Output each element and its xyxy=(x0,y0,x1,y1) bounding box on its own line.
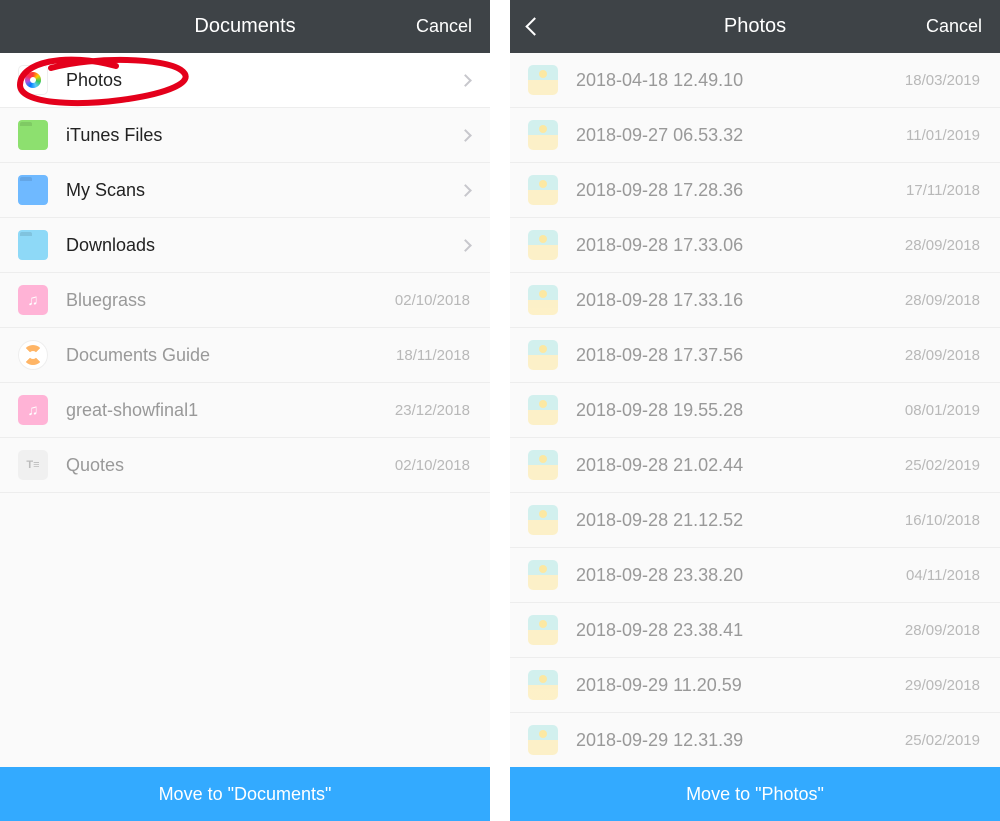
row-date: 18/11/2018 xyxy=(396,347,470,364)
photos-list: 2018-04-18 12.49.10 18/03/2019 2018-09-2… xyxy=(510,53,1000,767)
list-item-quotes[interactable]: T≡ Quotes 02/10/2018 xyxy=(0,438,490,493)
row-date: 08/01/2019 xyxy=(905,402,980,419)
photo-thumb-icon xyxy=(528,395,558,425)
list-item-photos[interactable]: Photos xyxy=(0,53,490,108)
music-icon: ♫ xyxy=(18,285,48,315)
row-date: 28/09/2018 xyxy=(905,347,980,364)
documents-list: Photos iTunes Files My Scans Downloads ♫… xyxy=(0,53,490,767)
photo-thumb-icon xyxy=(528,725,558,755)
list-item[interactable]: 2018-09-28 17.33.16 28/09/2018 xyxy=(510,273,1000,328)
photo-thumb-icon xyxy=(528,285,558,315)
photo-thumb-icon xyxy=(528,340,558,370)
cancel-button[interactable]: Cancel xyxy=(402,16,472,37)
back-button[interactable] xyxy=(528,20,598,33)
music-icon: ♫ xyxy=(18,395,48,425)
chevron-left-icon xyxy=(525,17,543,35)
row-label: 2018-09-28 19.55.28 xyxy=(576,400,905,421)
move-to-photos-button[interactable]: Move to "Photos" xyxy=(510,767,1000,821)
row-label: Photos xyxy=(66,70,461,91)
header: Photos Cancel xyxy=(510,0,1000,53)
list-item[interactable]: 2018-09-27 06.53.32 11/01/2019 xyxy=(510,108,1000,163)
row-date: 11/01/2019 xyxy=(906,127,980,144)
folder-green-icon xyxy=(18,120,48,150)
row-date: 28/09/2018 xyxy=(905,292,980,309)
row-label: 2018-04-18 12.49.10 xyxy=(576,70,905,91)
row-label: 2018-09-29 11.20.59 xyxy=(576,675,905,696)
chevron-right-icon xyxy=(459,129,472,142)
header: Documents Cancel xyxy=(0,0,490,53)
chevron-right-icon xyxy=(459,74,472,87)
photo-thumb-icon xyxy=(528,450,558,480)
row-date: 23/12/2018 xyxy=(395,402,470,419)
photo-thumb-icon xyxy=(528,65,558,95)
text-icon: T≡ xyxy=(18,450,48,480)
folder-blue-icon xyxy=(18,175,48,205)
list-item-downloads[interactable]: Downloads xyxy=(0,218,490,273)
row-label: Downloads xyxy=(66,235,461,256)
row-date: 17/11/2018 xyxy=(906,182,980,199)
row-date: 02/10/2018 xyxy=(395,457,470,474)
photo-thumb-icon xyxy=(528,230,558,260)
row-label: 2018-09-28 17.33.16 xyxy=(576,290,905,311)
row-date: 25/02/2019 xyxy=(905,732,980,749)
row-date: 29/09/2018 xyxy=(905,677,980,694)
row-label: My Scans xyxy=(66,180,461,201)
lifebuoy-icon xyxy=(18,340,48,370)
photo-thumb-icon xyxy=(528,615,558,645)
row-date: 28/09/2018 xyxy=(905,237,980,254)
move-to-documents-button[interactable]: Move to "Documents" xyxy=(0,767,490,821)
row-label: great-showfinal1 xyxy=(66,400,395,421)
photos-icon xyxy=(18,65,48,95)
list-item[interactable]: 2018-09-28 17.28.36 17/11/2018 xyxy=(510,163,1000,218)
row-label: 2018-09-28 21.02.44 xyxy=(576,455,905,476)
row-label: Quotes xyxy=(66,455,395,476)
list-item[interactable]: 2018-04-18 12.49.10 18/03/2019 xyxy=(510,53,1000,108)
row-label: Bluegrass xyxy=(66,290,395,311)
photo-thumb-icon xyxy=(528,670,558,700)
list-item[interactable]: 2018-09-29 11.20.59 29/09/2018 xyxy=(510,658,1000,713)
row-label: 2018-09-29 12.31.39 xyxy=(576,730,905,751)
list-item[interactable]: 2018-09-28 21.12.52 16/10/2018 xyxy=(510,493,1000,548)
row-date: 02/10/2018 xyxy=(395,292,470,309)
list-item[interactable]: 2018-09-28 19.55.28 08/01/2019 xyxy=(510,383,1000,438)
row-label: iTunes Files xyxy=(66,125,461,146)
photos-screen: Photos Cancel 2018-04-18 12.49.10 18/03/… xyxy=(510,0,1000,821)
row-label: Documents Guide xyxy=(66,345,396,366)
list-item[interactable]: 2018-09-28 23.38.41 28/09/2018 xyxy=(510,603,1000,658)
cancel-button[interactable]: Cancel xyxy=(912,16,982,37)
list-item[interactable]: 2018-09-28 17.33.06 28/09/2018 xyxy=(510,218,1000,273)
row-date: 28/09/2018 xyxy=(905,622,980,639)
list-item[interactable]: 2018-09-29 12.31.39 25/02/2019 xyxy=(510,713,1000,767)
header-title: Documents xyxy=(88,15,402,38)
documents-screen: Documents Cancel Photos iTunes Files My … xyxy=(0,0,490,821)
photo-thumb-icon xyxy=(528,120,558,150)
row-date: 04/11/2018 xyxy=(906,567,980,584)
row-date: 16/10/2018 xyxy=(905,512,980,529)
folder-cyan-icon xyxy=(18,230,48,260)
list-item[interactable]: 2018-09-28 23.38.20 04/11/2018 xyxy=(510,548,1000,603)
list-item[interactable]: 2018-09-28 21.02.44 25/02/2019 xyxy=(510,438,1000,493)
chevron-right-icon xyxy=(459,239,472,252)
list-item[interactable]: 2018-09-28 17.37.56 28/09/2018 xyxy=(510,328,1000,383)
list-item-itunes[interactable]: iTunes Files xyxy=(0,108,490,163)
photo-thumb-icon xyxy=(528,505,558,535)
row-label: 2018-09-28 21.12.52 xyxy=(576,510,905,531)
list-item-myscans[interactable]: My Scans xyxy=(0,163,490,218)
row-label: 2018-09-28 23.38.41 xyxy=(576,620,905,641)
row-label: 2018-09-28 17.37.56 xyxy=(576,345,905,366)
photo-thumb-icon xyxy=(528,560,558,590)
row-label: 2018-09-28 17.33.06 xyxy=(576,235,905,256)
photo-thumb-icon xyxy=(528,175,558,205)
list-item-docsguide[interactable]: Documents Guide 18/11/2018 xyxy=(0,328,490,383)
header-title: Photos xyxy=(598,15,912,38)
list-item-greatshow[interactable]: ♫ great-showfinal1 23/12/2018 xyxy=(0,383,490,438)
row-label: 2018-09-27 06.53.32 xyxy=(576,125,906,146)
list-item-bluegrass[interactable]: ♫ Bluegrass 02/10/2018 xyxy=(0,273,490,328)
chevron-right-icon xyxy=(459,184,472,197)
row-date: 18/03/2019 xyxy=(905,72,980,89)
row-label: 2018-09-28 17.28.36 xyxy=(576,180,906,201)
row-label: 2018-09-28 23.38.20 xyxy=(576,565,906,586)
row-date: 25/02/2019 xyxy=(905,457,980,474)
